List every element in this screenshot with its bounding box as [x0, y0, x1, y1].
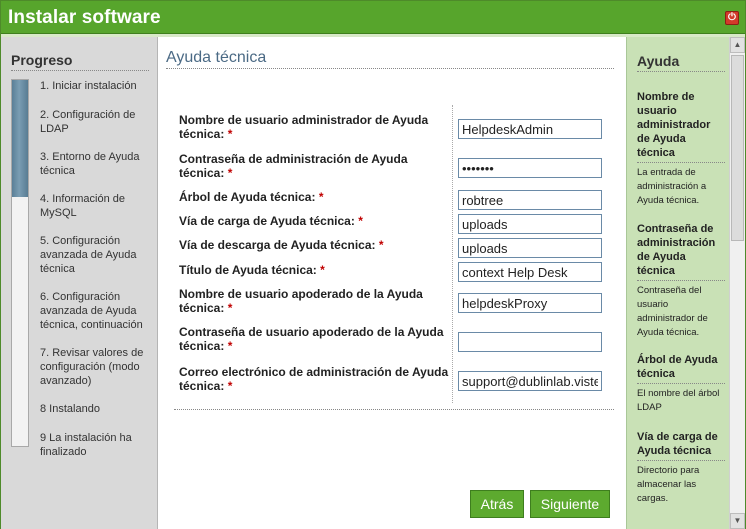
step-item: 5. Configuración avanzada de Ayuda técni…: [40, 235, 137, 275]
required-marker: *: [320, 263, 325, 277]
scroll-thumb[interactable]: [731, 55, 744, 241]
step-item: 3. Entorno de Ayuda técnica: [40, 151, 140, 177]
help-heading: Ayuda: [637, 53, 680, 69]
scroll-up-arrow-icon[interactable]: ▲: [730, 37, 745, 53]
download-path-input[interactable]: [458, 238, 602, 258]
step-item: 6. Configuración avanzada de Ayuda técni…: [40, 291, 143, 331]
progress-bar-fill: [12, 80, 28, 198]
proxy-password-input[interactable]: [458, 332, 602, 352]
help-entry-title: Contraseña de administración de Ayuda té…: [637, 223, 716, 277]
power-icon[interactable]: ⏻: [725, 11, 739, 25]
required-marker: *: [227, 339, 233, 353]
column-divider: [452, 105, 453, 403]
step-item: 9 La instalación ha finalizado: [40, 432, 132, 458]
required-marker: *: [227, 166, 233, 180]
next-button[interactable]: Siguiente: [530, 490, 610, 518]
step-item: 4. Información de MySQL: [40, 193, 125, 219]
field-label-tree: Árbol de Ayuda técnica: *: [179, 190, 324, 204]
divider: [166, 68, 614, 69]
admin-password-input[interactable]: [458, 158, 602, 178]
field-label-upload-path: Vía de carga de Ayuda técnica: *: [179, 214, 363, 228]
required-marker: *: [227, 301, 233, 315]
required-marker: *: [358, 214, 363, 228]
field-label-download-path: Vía de descarga de Ayuda técnica: *: [179, 238, 384, 252]
field-label-proxy-user: Nombre de usuario apoderado de la Ayuda …: [179, 287, 423, 315]
help-entry-title: Nombre de usuario administrador de Ayuda…: [637, 91, 711, 159]
field-label-helpdesk-title: Título de Ayuda técnica: *: [179, 263, 325, 277]
progress-bar: [11, 79, 29, 447]
divider: [637, 71, 725, 72]
help-entry-title: Vía de carga de Ayuda técnica: [637, 431, 718, 457]
help-entry-text: La entrada de administración a Ayuda téc…: [637, 167, 707, 206]
step-item: 8 Instalando: [40, 403, 100, 415]
help-entry-text: El nombre del árbol LDAP: [637, 388, 720, 413]
help-entry: Vía de carga de Ayuda técnica Directorio…: [637, 430, 725, 506]
progress-sidebar: Progreso 1. Iniciar instalación 2. Confi…: [1, 37, 158, 529]
back-button[interactable]: Atrás: [470, 490, 524, 518]
help-entry-text: Directorio para almacenar las cargas.: [637, 465, 700, 504]
step-item: 2. Configuración de LDAP: [40, 109, 136, 135]
divider: [637, 460, 725, 461]
proxy-user-input[interactable]: [458, 293, 602, 313]
required-marker: *: [378, 238, 384, 252]
help-scrollbar[interactable]: ▲ ▼: [729, 37, 745, 529]
step-item: 7. Revisar valores de configuración (mod…: [40, 347, 144, 387]
required-marker: *: [318, 190, 324, 204]
admin-email-input[interactable]: [458, 371, 602, 391]
page-title: Ayuda técnica: [166, 49, 267, 66]
title-bar: Instalar software ⏻: [1, 1, 745, 34]
required-marker: *: [227, 379, 233, 393]
installer-window: Instalar software ⏻ Progreso 1. Iniciar …: [0, 0, 746, 529]
help-entry-text: Contraseña del usuario administrador de …: [637, 285, 708, 338]
help-entry: Contraseña de administración de Ayuda té…: [637, 222, 725, 340]
tree-input[interactable]: [458, 190, 602, 210]
divider: [174, 409, 614, 410]
helpdesk-title-input[interactable]: [458, 262, 602, 282]
divider: [11, 70, 149, 71]
main-panel: Ayuda técnica Nombre de usuario administ…: [158, 37, 626, 529]
help-entry-title: Árbol de Ayuda técnica: [637, 354, 718, 380]
scroll-down-arrow-icon[interactable]: ▼: [730, 513, 745, 529]
admin-user-input[interactable]: [458, 119, 602, 139]
divider: [637, 280, 725, 281]
window-title: Instalar software: [8, 7, 161, 28]
divider: [637, 383, 725, 384]
divider: [637, 162, 725, 163]
field-label-proxy-password: Contraseña de usuario apoderado de la Ay…: [179, 325, 444, 353]
help-entry: Nombre de usuario administrador de Ayuda…: [637, 90, 725, 208]
field-label-admin-user: Nombre de usuario administrador de Ayuda…: [179, 113, 429, 141]
field-label-admin-password: Contraseña de administración de Ayuda té…: [179, 152, 408, 180]
help-entry: Árbol de Ayuda técnica El nombre del árb…: [637, 353, 725, 415]
step-item: 1. Iniciar instalación: [40, 80, 137, 92]
progress-heading: Progreso: [11, 52, 73, 68]
required-marker: *: [227, 127, 233, 141]
upload-path-input[interactable]: [458, 214, 602, 234]
field-label-admin-email: Correo electrónico de administración de …: [179, 365, 449, 393]
help-panel: Ayuda Nombre de usuario administrador de…: [626, 37, 729, 529]
